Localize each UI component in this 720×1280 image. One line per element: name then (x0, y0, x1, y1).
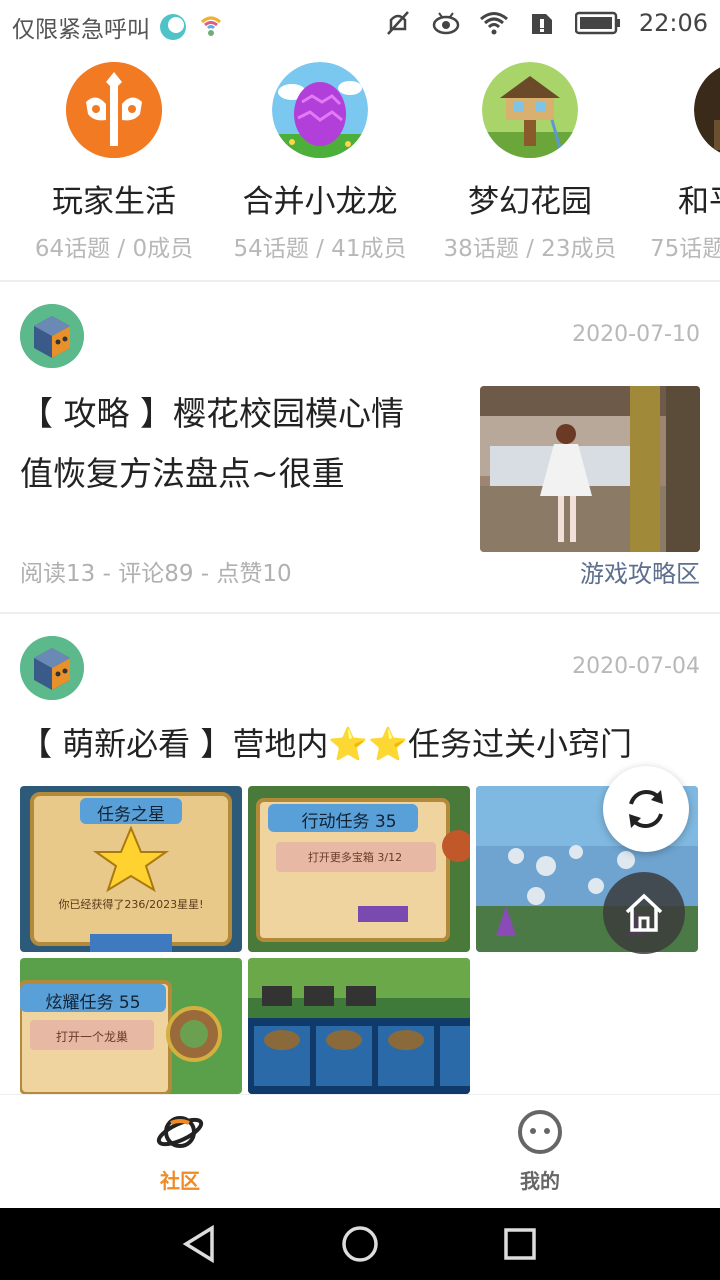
post-date: 2020-07-04 (572, 654, 700, 679)
image-caption-text: 打开一个龙巢 (55, 1030, 128, 1044)
status-left: 仅限紧急呼叫 (12, 10, 226, 44)
treehouse-icon (482, 62, 578, 158)
post-card[interactable]: 2020-07-04 【 萌新必看 】营地内⭐⭐任务过关小窍门 任务之星 你已经… (0, 614, 720, 1094)
post-title[interactable]: 【 萌新必看 】营地内⭐⭐任务过关小窍门 (20, 714, 632, 774)
post-date: 2020-07-10 (572, 322, 700, 347)
post-stats: 阅读13 - 评论89 - 点赞10 (20, 561, 292, 587)
post-card[interactable]: 2020-07-10 【 攻略 】樱花校园模心情 值恢复方法盘点~很重 阅读13… (0, 282, 720, 612)
home-button[interactable] (603, 872, 685, 954)
image-caption-text: 你已经获得了236/2023星星! (58, 898, 204, 911)
post-thumbnail[interactable] (480, 386, 700, 552)
group-meta: 54话题 / 41成员 (233, 236, 407, 262)
group-card-peace[interactable]: 和平 75话题 (640, 62, 720, 263)
refresh-button[interactable] (603, 766, 689, 852)
group-name: 梦幻花园 (468, 184, 592, 220)
mute-icon (386, 11, 409, 35)
system-nav-bar (0, 1208, 720, 1280)
cube-avatar-icon[interactable] (20, 304, 84, 368)
post-title[interactable]: 【 攻略 】樱花校园模心情 值恢复方法盘点~很重 (20, 384, 404, 504)
dragon-egg-icon (272, 62, 368, 158)
soldier-icon (694, 62, 720, 158)
wifi-icon (479, 12, 508, 35)
tab-mine[interactable]: 我的 (480, 1109, 600, 1194)
post-image[interactable]: 行动任务 35 打开更多宝箱 3/12 (248, 786, 470, 952)
cube-avatar-icon[interactable] (20, 636, 84, 700)
home-nav-icon[interactable] (338, 1222, 382, 1266)
post-image[interactable] (248, 958, 470, 1094)
group-name: 合并小龙龙 (242, 184, 398, 220)
status-right: 22:06 (383, 8, 708, 38)
tab-label: 我的 (520, 1169, 560, 1193)
group-meta: 64话题 / 0成员 (34, 236, 194, 262)
post-image[interactable]: 任务之星 你已经获得了236/2023星星! (20, 786, 242, 952)
notification-icon (201, 16, 221, 36)
image-caption-title: 炫耀任务 55 (45, 993, 141, 1013)
post-title-line: 【 攻略 】樱花校园模心情 (20, 394, 404, 433)
groups-scroller[interactable]: 玩家生活 64话题 / 0成员 合并小龙龙 54话题 / 41成员 梦幻花园 3… (0, 62, 720, 272)
group-card-dragon[interactable]: 合并小龙龙 54话题 / 41成员 (220, 62, 420, 263)
group-name: 玩家生活 (52, 184, 176, 220)
image-caption-text: 打开更多宝箱 3/12 (307, 851, 403, 864)
post-image[interactable]: 炫耀任务 55 打开一个龙巢 (20, 958, 242, 1094)
image-caption-title: 行动任务 35 (301, 812, 397, 832)
bottom-tab-bar: 社区 我的 (0, 1094, 720, 1208)
group-card-garden[interactable]: 梦幻花园 38话题 / 23成员 (430, 62, 630, 263)
sim-icon (531, 14, 552, 34)
group-card-player-life[interactable]: 玩家生活 64话题 / 0成员 (14, 62, 214, 263)
post-category-link[interactable]: 游戏攻略区 (580, 554, 700, 589)
group-meta: 75话题 (650, 236, 720, 262)
image-caption-title: 任务之星 (97, 805, 165, 825)
refresh-icon (629, 790, 663, 828)
status-bar: 仅限紧急呼叫 22:06 (0, 0, 720, 50)
tab-label: 社区 (160, 1169, 200, 1193)
planet-icon (156, 1116, 204, 1148)
clock: 22:06 (638, 9, 708, 37)
battery-icon (574, 11, 620, 35)
face-icon (518, 1110, 562, 1154)
moon-icon (160, 14, 186, 40)
back-icon[interactable] (178, 1222, 222, 1266)
tab-community[interactable]: 社区 (120, 1109, 240, 1194)
eye-icon (432, 12, 460, 35)
group-name: 和平 (678, 184, 720, 220)
carrier-text: 仅限紧急呼叫 (12, 17, 150, 43)
home-icon (625, 893, 663, 932)
post-title-line: 值恢复方法盘点~很重 (20, 454, 345, 493)
group-meta: 38话题 / 23成员 (443, 236, 617, 262)
recents-icon[interactable] (498, 1222, 542, 1266)
player-life-logo (66, 62, 162, 158)
